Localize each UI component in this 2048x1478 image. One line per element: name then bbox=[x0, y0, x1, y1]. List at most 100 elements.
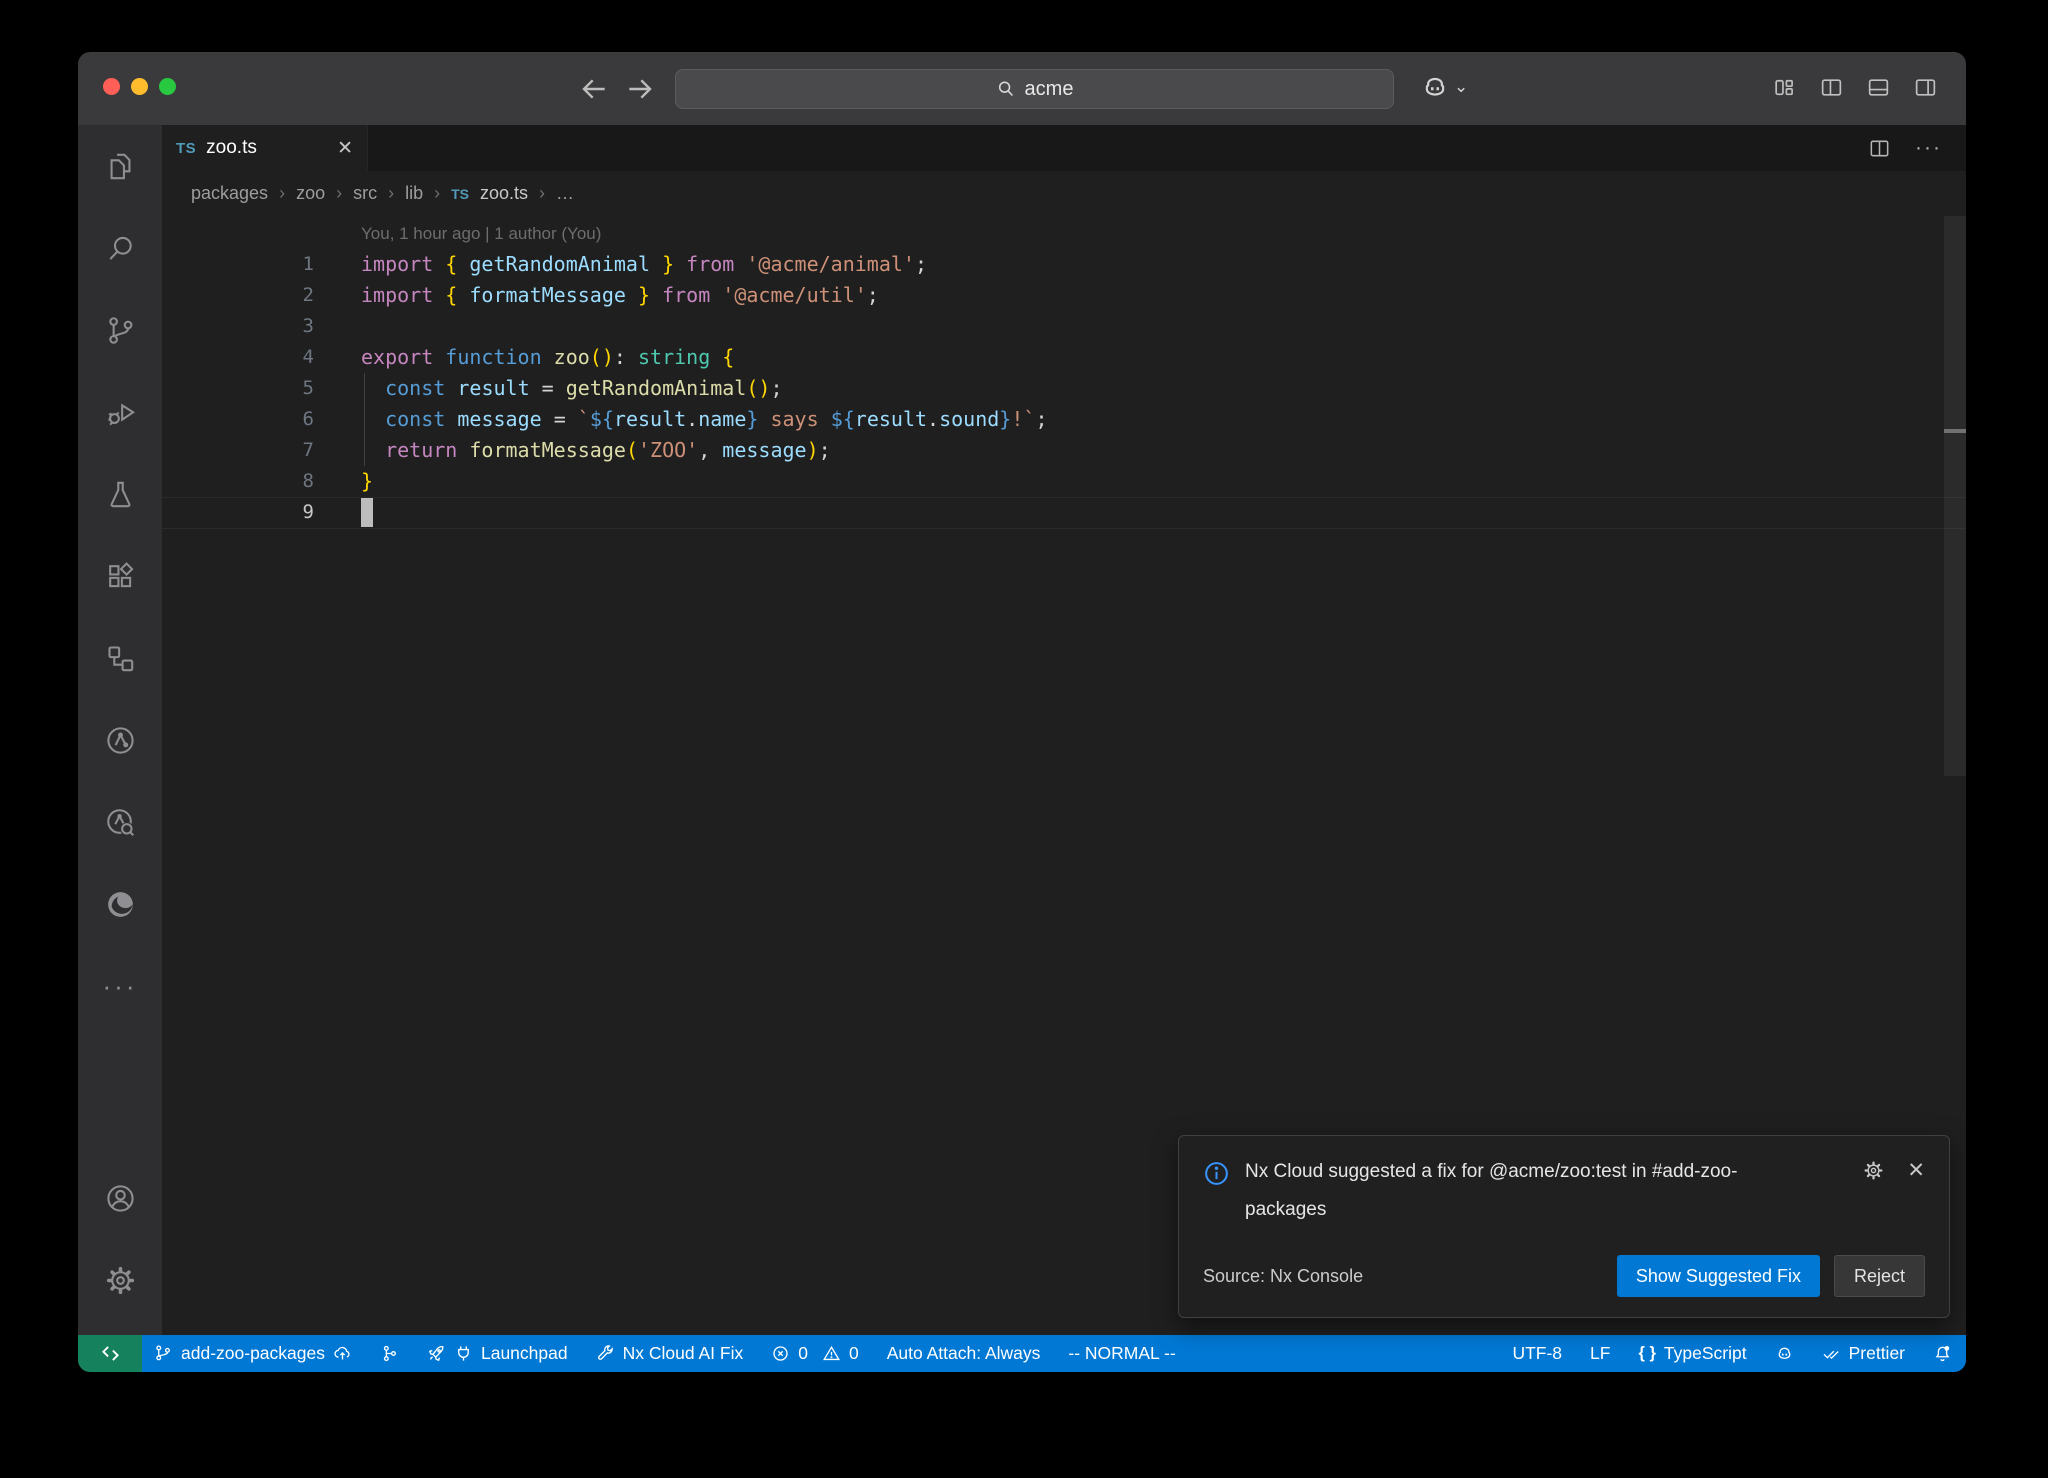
code-line-row[interactable]: 9 bbox=[162, 497, 1966, 528]
line-number: 8 bbox=[162, 466, 314, 497]
remote-indicator[interactable] bbox=[78, 1335, 142, 1372]
activity-bar: ··· bbox=[78, 125, 162, 1335]
typescript-file-icon: TS bbox=[176, 140, 196, 157]
accounts-icon[interactable] bbox=[78, 1157, 162, 1239]
notifications-bell[interactable] bbox=[1933, 1344, 1952, 1363]
encoding-status[interactable]: UTF-8 bbox=[1512, 1343, 1562, 1364]
double-check-icon bbox=[1822, 1344, 1841, 1363]
code-line: const result = getRandomAnimal(); bbox=[361, 373, 783, 404]
vim-mode-status[interactable]: -- NORMAL -- bbox=[1068, 1343, 1175, 1364]
error-count: 0 bbox=[798, 1343, 808, 1364]
line-number: 4 bbox=[162, 342, 314, 373]
code-line-row[interactable]: 6 const message = `${result.name} says $… bbox=[162, 404, 1966, 435]
problems-status[interactable]: 0 0 bbox=[771, 1343, 858, 1364]
copilot-menu[interactable]: ⌄ bbox=[1420, 72, 1468, 102]
code-line-row[interactable]: 4export function zoo(): string { bbox=[162, 342, 1966, 373]
settings-gear-icon[interactable] bbox=[78, 1239, 162, 1321]
status-bar: add-zoo-packages bbox=[78, 1335, 1966, 1372]
breadcrumb-item[interactable]: lib bbox=[405, 183, 423, 204]
copilot-status[interactable] bbox=[1775, 1344, 1794, 1363]
prettier-status[interactable]: Prettier bbox=[1822, 1343, 1905, 1364]
source-control-icon[interactable] bbox=[78, 289, 162, 371]
run-debug-icon[interactable] bbox=[78, 371, 162, 453]
testing-icon[interactable] bbox=[78, 453, 162, 535]
code-line-row[interactable]: 1import { getRandomAnimal } from '@acme/… bbox=[162, 249, 1966, 280]
line-number: 2 bbox=[162, 280, 314, 311]
nx-graph-icon[interactable] bbox=[78, 699, 162, 781]
nx-cloud-icon[interactable] bbox=[78, 781, 162, 863]
edge-browser-icon[interactable] bbox=[78, 863, 162, 945]
notification-close-icon[interactable]: ✕ bbox=[1907, 1158, 1925, 1183]
code-line: const message = `${result.name} says ${r… bbox=[361, 404, 1047, 435]
blame-annotation: You, 1 hour ago | 1 author (You) bbox=[162, 218, 1966, 249]
reject-button[interactable]: Reject bbox=[1834, 1255, 1925, 1297]
code-line-row[interactable]: 2import { formatMessage } from '@acme/ut… bbox=[162, 280, 1966, 311]
breadcrumb-item[interactable]: packages bbox=[191, 183, 268, 204]
breadcrumb-file[interactable]: zoo.ts bbox=[480, 183, 528, 204]
scrollbar-decoration bbox=[1944, 429, 1966, 433]
tab-bar: TS zoo.ts ✕ ··· bbox=[162, 125, 1966, 171]
search-icon bbox=[996, 79, 1016, 99]
line-number: 7 bbox=[162, 435, 314, 466]
nx-cloud-fix-status[interactable]: Nx Cloud AI Fix bbox=[596, 1343, 744, 1364]
toggle-secondary-sidebar-icon[interactable] bbox=[1913, 75, 1938, 100]
search-icon[interactable] bbox=[78, 207, 162, 289]
chevron-down-icon: ⌄ bbox=[1454, 77, 1468, 97]
show-suggested-fix-button[interactable]: Show Suggested Fix bbox=[1617, 1255, 1820, 1297]
command-center-search[interactable]: acme bbox=[675, 69, 1394, 109]
breadcrumb-separator: › bbox=[388, 183, 394, 204]
code-line-row[interactable]: 7 return formatMessage('ZOO', message); bbox=[162, 435, 1966, 466]
language-status[interactable]: { } TypeScript bbox=[1638, 1343, 1746, 1364]
tab-zoo-ts[interactable]: TS zoo.ts ✕ bbox=[162, 125, 368, 171]
editor-scrollbar[interactable] bbox=[1944, 216, 1966, 776]
navigate-forward-icon[interactable] bbox=[624, 73, 656, 105]
close-window-button[interactable] bbox=[103, 78, 120, 95]
notification-toast: Nx Cloud suggested a fix for @acme/zoo:t… bbox=[1178, 1135, 1950, 1318]
minimize-window-button[interactable] bbox=[131, 78, 148, 95]
code-line-row[interactable]: 3 bbox=[162, 311, 1966, 342]
cloud-upload-icon bbox=[333, 1344, 352, 1363]
code-line: return formatMessage('ZOO', message); bbox=[361, 435, 831, 466]
auto-attach-status[interactable]: Auto Attach: Always bbox=[887, 1343, 1041, 1364]
additional-views-icon[interactable]: ··· bbox=[78, 945, 162, 1027]
more-actions-icon[interactable]: ··· bbox=[1915, 136, 1942, 160]
nx-fix-label: Nx Cloud AI Fix bbox=[623, 1343, 744, 1364]
line-number: 3 bbox=[162, 311, 314, 342]
code-line: } bbox=[361, 466, 373, 497]
line-number: 5 bbox=[162, 373, 314, 404]
search-value: acme bbox=[1025, 78, 1074, 101]
code-line-row[interactable]: 5 const result = getRandomAnimal(); bbox=[162, 373, 1966, 404]
breadcrumb-more[interactable]: … bbox=[556, 183, 574, 204]
launchpad-status[interactable]: Launchpad bbox=[427, 1343, 568, 1364]
split-editor-icon[interactable] bbox=[1868, 137, 1891, 160]
notification-settings-gear-icon[interactable] bbox=[1862, 1159, 1885, 1182]
bell-icon bbox=[1933, 1344, 1952, 1363]
line-number: 9 bbox=[162, 497, 314, 528]
notification-message: Nx Cloud suggested a fix for @acme/zoo:t… bbox=[1245, 1153, 1790, 1229]
tab-label: zoo.ts bbox=[206, 137, 257, 159]
indent-guide bbox=[364, 373, 365, 466]
breadcrumb-separator: › bbox=[336, 183, 342, 204]
breadcrumb-separator: › bbox=[434, 183, 440, 204]
breadcrumb: packages › zoo › src › lib › TS zoo.ts ›… bbox=[162, 171, 1966, 216]
breadcrumb-item[interactable]: src bbox=[353, 183, 377, 204]
remote-icon bbox=[101, 1344, 120, 1363]
customize-layout-icon[interactable] bbox=[1772, 75, 1797, 100]
code-line-row[interactable]: 8} bbox=[162, 466, 1966, 497]
breadcrumb-item[interactable]: zoo bbox=[296, 183, 325, 204]
zoom-window-button[interactable] bbox=[159, 78, 176, 95]
eol-status[interactable]: LF bbox=[1590, 1343, 1610, 1364]
code-line: import { getRandomAnimal } from '@acme/a… bbox=[361, 249, 927, 280]
extensions-icon[interactable] bbox=[78, 535, 162, 617]
notification-dot-badge bbox=[1944, 1346, 1949, 1351]
explorer-icon[interactable] bbox=[78, 125, 162, 207]
navigate-back-icon[interactable] bbox=[578, 73, 610, 105]
toggle-panel-icon[interactable] bbox=[1866, 75, 1891, 100]
title-bar: acme ⌄ bbox=[78, 53, 1966, 125]
warning-icon bbox=[822, 1344, 841, 1363]
branch-status[interactable]: add-zoo-packages bbox=[154, 1343, 352, 1364]
close-tab-icon[interactable]: ✕ bbox=[337, 137, 353, 160]
toggle-primary-sidebar-icon[interactable] bbox=[1819, 75, 1844, 100]
nx-console-icon[interactable] bbox=[78, 617, 162, 699]
git-graph-status[interactable] bbox=[380, 1344, 399, 1363]
